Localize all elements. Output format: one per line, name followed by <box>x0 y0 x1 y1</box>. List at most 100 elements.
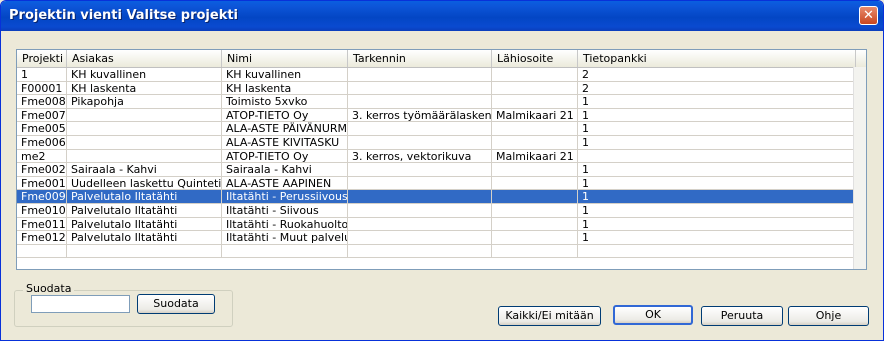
table-cell: Palvelutalo Iltatähti <box>67 190 222 204</box>
filter-input[interactable] <box>31 295 130 313</box>
table-cell <box>222 244 348 259</box>
table-cell <box>492 244 578 259</box>
table-cell: 3. kerros, vektorikuva <box>348 149 492 164</box>
table-cell <box>578 149 856 164</box>
table-cell: 1 <box>578 217 856 232</box>
table-cell <box>67 108 222 123</box>
table-cell <box>492 176 578 191</box>
table-cell <box>17 244 67 259</box>
column-header[interactable]: Lähiosoite <box>492 50 578 67</box>
table-cell: Fme009 <box>17 190 67 204</box>
table-row[interactable]: Fme001 Uudelleen laskettu Quintetistä ALA-… <box>17 176 866 191</box>
cancel-button[interactable]: Peruuta <box>701 306 783 326</box>
ok-button[interactable]: OK <box>613 305 693 325</box>
table-row[interactable]: Fme006 ALA-ASTE KIVITASKU 1 <box>17 135 866 150</box>
table-cell <box>348 68 492 82</box>
table-cell: Palvelutalo Iltatähti <box>67 217 222 232</box>
table-cell: Iltatähti - Siivous <box>222 203 348 218</box>
table-cell: Fme006 <box>17 135 67 150</box>
table-cell: 1 <box>578 163 856 177</box>
table-cell <box>492 163 578 177</box>
table-cell: ATOP-TIETO Oy <box>222 108 348 123</box>
table-cell <box>348 122 492 136</box>
table-cell: Fme005 <box>17 122 67 136</box>
table-cell: 1 <box>578 203 856 218</box>
help-button[interactable]: Ohje <box>788 306 869 326</box>
table-cell: ALA-ASTE KIVITASKU <box>222 135 348 150</box>
empty-row <box>17 244 866 259</box>
column-header[interactable]: Nimi <box>222 50 348 67</box>
table-cell <box>492 95 578 109</box>
filter-button[interactable]: Suodata <box>137 294 215 314</box>
table-cell: Fme011 <box>17 217 67 232</box>
table-row[interactable]: Fme005 ALA-ASTE PÄIVÄNURMI 1 <box>17 122 866 136</box>
table-cell: 1 <box>578 122 856 136</box>
table-row[interactable]: Fme007 ATOP-TIETO Oy 3. kerros työmäärälas… <box>17 108 866 123</box>
table-cell: 1 <box>578 190 856 204</box>
table-cell: Fme012 <box>17 231 67 245</box>
table-cell <box>348 217 492 232</box>
project-list[interactable]: Projekti Asiakas Nimi Tarkennin Lähiosoite Ti… <box>16 49 867 270</box>
table-row[interactable]: F00001 KH laskenta KH laskenta 2 <box>17 81 866 96</box>
table-cell: Uudelleen laskettu Quintetistä <box>67 176 222 191</box>
column-header[interactable]: Projekti <box>17 50 67 67</box>
table-row[interactable]: Fme009 Palvelutalo Iltatähti Iltatähti - P… <box>17 190 866 204</box>
table-cell: 1 <box>17 68 67 82</box>
column-header[interactable]: Asiakas <box>67 50 222 67</box>
select-all-button[interactable]: Kaikki/Ei mitään <box>498 306 601 326</box>
table-cell: Toimisto 5xvko <box>222 95 348 109</box>
table-cell <box>348 231 492 245</box>
table-row[interactable]: Fme010 Palvelutalo Iltatähti Iltatähti - S… <box>17 203 866 218</box>
table-row[interactable]: Fme002 Sairaala - Kahvi Sairaala - Kahvi 1 <box>17 163 866 177</box>
table-cell: 1 <box>578 95 856 109</box>
header-filler <box>856 50 866 67</box>
filter-group-label: Suodata <box>23 282 75 295</box>
table-cell: ATOP-TIETO Oy <box>222 149 348 164</box>
table-cell <box>67 149 222 164</box>
table-cell: Fme008 <box>17 95 67 109</box>
close-icon[interactable]: ✕ <box>859 6 878 25</box>
table-cell <box>348 163 492 177</box>
table-cell <box>67 122 222 136</box>
table-cell: 3. kerros työmäärälaskenta <box>348 108 492 123</box>
column-header[interactable]: Tarkennin <box>348 50 492 67</box>
table-cell <box>492 81 578 96</box>
table-cell <box>492 68 578 82</box>
list-rows: 1 KH kuvallinen KH kuvallinen 2 F00001 KH las… <box>17 68 866 259</box>
table-cell: Fme001 <box>17 176 67 191</box>
vertical-scrollbar[interactable] <box>853 67 866 269</box>
table-cell: Iltatähti - Muut palvelut <box>222 231 348 245</box>
table-cell: Pikapohja <box>67 95 222 109</box>
table-cell <box>348 176 492 191</box>
table-cell: Palvelutalo Iltatähti <box>67 203 222 218</box>
table-cell: KH laskenta <box>67 81 222 96</box>
table-cell: Palvelutalo Iltatähti <box>67 231 222 245</box>
table-cell <box>492 203 578 218</box>
table-cell: 1 <box>578 231 856 245</box>
table-cell <box>492 122 578 136</box>
window-title: Projektin vienti Valitse projekti <box>9 8 239 23</box>
table-cell: 2 <box>578 81 856 96</box>
table-cell: F00001 <box>17 81 67 96</box>
table-cell: ALA-ASTE PÄIVÄNURMI <box>222 122 348 136</box>
table-cell: Malmikaari 21 C <box>492 149 578 164</box>
table-cell <box>67 135 222 150</box>
table-cell: KH kuvallinen <box>222 68 348 82</box>
column-header[interactable]: Tietopankki <box>578 50 856 67</box>
table-row[interactable]: Fme008 Pikapohja Toimisto 5xvko 1 <box>17 95 866 109</box>
table-cell <box>67 244 222 259</box>
table-cell <box>348 190 492 204</box>
table-cell: Iltatähti - Ruokahuolto <box>222 217 348 232</box>
table-row[interactable]: 1 KH kuvallinen KH kuvallinen 2 <box>17 68 866 82</box>
table-cell <box>492 190 578 204</box>
table-row[interactable]: Fme012 Palvelutalo Iltatähti Iltatähti - M… <box>17 231 866 245</box>
table-cell: Fme010 <box>17 203 67 218</box>
table-cell: 1 <box>578 108 856 123</box>
table-cell: Sairaala - Kahvi <box>67 163 222 177</box>
project-export-dialog: Projektin vienti Valitse projekti ✕ Proj… <box>0 0 884 341</box>
table-cell: KH laskenta <box>222 81 348 96</box>
table-row[interactable]: Fme011 Palvelutalo Iltatähti Iltatähti - R… <box>17 217 866 232</box>
table-cell: me2 <box>17 149 67 164</box>
table-cell <box>348 203 492 218</box>
table-row[interactable]: me2 ATOP-TIETO Oy 3. kerros, vektorikuva Ma… <box>17 149 866 164</box>
